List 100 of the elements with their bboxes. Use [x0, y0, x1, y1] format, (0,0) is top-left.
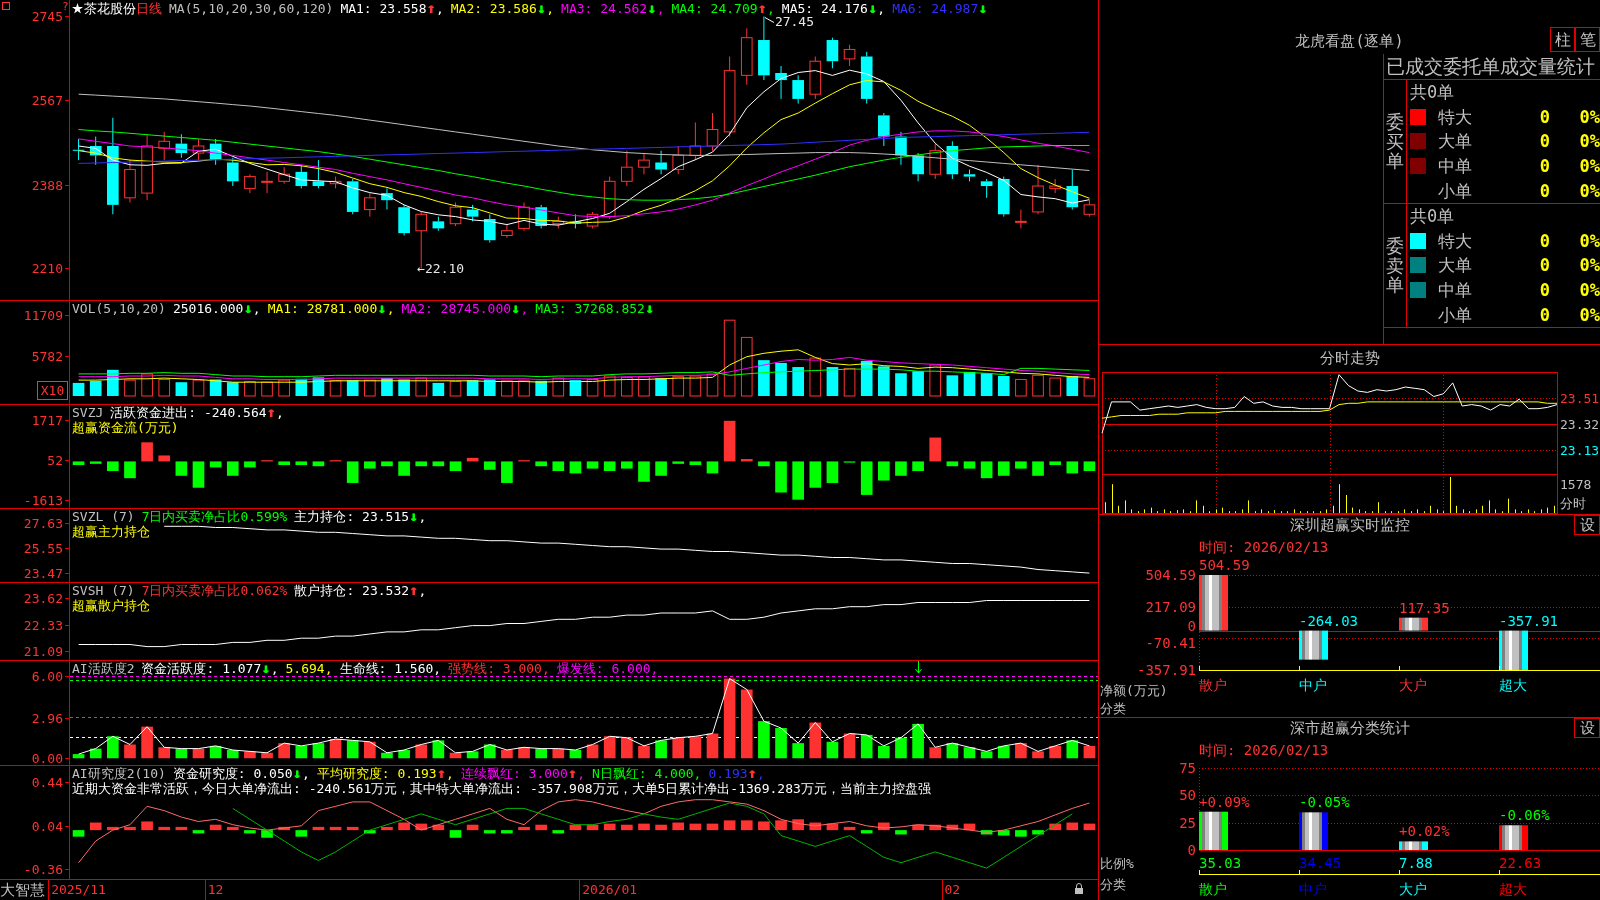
order-count: 0 [1539, 156, 1550, 177]
panel-title: 深圳超赢实时监控 [1289, 515, 1410, 535]
legend-label: MA2: 28745.000 [401, 301, 512, 316]
axis-label: 50 [1179, 787, 1196, 804]
legend-separator: , [446, 766, 454, 781]
trend-arrow: ↑ [757, 1, 766, 16]
axis-label: 11709 [23, 308, 63, 323]
category-label: 中户 [1299, 881, 1327, 897]
trend-arrow: ↓ [647, 1, 656, 16]
legend-separator: , [270, 661, 279, 676]
trend-arrow: ↓ [867, 1, 877, 16]
axis-title: 净额(万元) [1100, 683, 1168, 698]
legend-label: 0.193 [708, 766, 748, 781]
change-label: +0.09% [1199, 793, 1250, 810]
trend-arrow: ↓ [644, 301, 654, 316]
panel-title: 龙虎看盘(逐单) [1295, 31, 1404, 51]
legend-label: MA4: 24.709 [671, 1, 758, 16]
axis-label: 21.09 [23, 644, 63, 659]
value-label: 22.63 [1499, 855, 1542, 871]
axis-label: 2745 [31, 9, 63, 24]
order-count: 0 [1539, 106, 1550, 127]
axis-label: 0.00 [31, 751, 63, 765]
legend-separator: , [386, 301, 395, 316]
axis-label: 25 [1179, 814, 1196, 831]
axis-label: 52 [47, 453, 63, 468]
order-percent: 0% [1579, 156, 1600, 177]
axis-title: 比例% [1100, 856, 1134, 871]
legend-label: MA6: 24.987 [892, 1, 979, 16]
category-label: 散户 [1199, 881, 1227, 897]
axis-label: 0.04 [31, 819, 63, 834]
order-percent: 0% [1579, 106, 1600, 127]
legend-separator: , [433, 661, 442, 676]
legend-label: MA2: 23.586 [450, 1, 537, 16]
legend-label: 资金研究度: 0.050 [172, 766, 293, 781]
order-size-label: 小单 [1438, 180, 1472, 201]
legend-label: 活跃资金进出: -240.564 [110, 405, 267, 420]
axis-label: 2388 [31, 178, 63, 193]
legend-separator: , [877, 1, 886, 16]
category-label: 散户 [1199, 677, 1227, 693]
volume-unit-label: 分时 [1560, 496, 1586, 511]
legend-separator: , [276, 405, 284, 420]
trend-arrow: ↓ [243, 301, 252, 316]
value-label: -264.03 [1299, 612, 1358, 629]
legend-label: MA(5,10,20,30,60,120) [169, 1, 334, 16]
timestamp: 时间: 2026/02/13 [1199, 539, 1329, 555]
order-count: 0 [1539, 131, 1550, 152]
legend-label: 7日内买卖净占比0.062% [141, 583, 288, 598]
legend-separator: , [435, 1, 444, 16]
legend-label: 平均研究度: 0.193 [316, 766, 437, 781]
order-count: 0 [1539, 230, 1550, 251]
date-label: 02 [944, 882, 961, 897]
legend-separator: , [302, 766, 310, 781]
legend-label: 资金活跃度: 1.077 [141, 661, 262, 676]
stock-name: 茶花股份 [84, 1, 136, 16]
change-label: +0.02% [1399, 823, 1450, 840]
legend-label: MA1: 28781.000 [267, 301, 378, 316]
legend-label: 生命线: 1.560 [339, 661, 434, 676]
legend-separator: , [541, 661, 550, 676]
legend-label: N日飘红: 4.000 [592, 766, 694, 781]
legend-label: SVSH (7) [72, 583, 135, 598]
category-label: 中户 [1299, 677, 1327, 693]
date-label: 12 [207, 882, 224, 897]
price-annotation: 27.45 [774, 14, 815, 30]
order-percent: 0% [1579, 230, 1600, 251]
axis-label: 2.96 [31, 711, 63, 726]
legend-label: 爆发线: 6.000 [556, 661, 651, 676]
legend-separator: , [324, 661, 333, 676]
trend-arrow: ↑ [426, 1, 435, 16]
legend-label: MA3: 37268.852 [535, 301, 645, 316]
order-size-label: 小单 [1438, 304, 1472, 325]
brand-label: 大智慧 [0, 881, 45, 899]
trend-arrow: ↓ [409, 509, 418, 524]
legend-label: MA1: 23.558 [340, 1, 427, 16]
analysis-summary: 近期大资金非常活跃，今日大单净流出: -240.561万元，其中特大单净流出: -357.908万元，大单5日累计净出-1369.283万元，当前主力控盘强 [72, 781, 931, 796]
change-label: -0.05% [1299, 794, 1350, 811]
trend-arrow: ↑ [747, 766, 756, 781]
axis-label: -357.91 [1137, 662, 1196, 678]
axis-label: -1613 [23, 493, 63, 508]
axis-label: 0.44 [31, 775, 63, 790]
legend-separator: , [693, 766, 702, 781]
order-count: 0 [1539, 180, 1550, 201]
legend-separator: , [546, 1, 555, 16]
axis-label: 6.00 [31, 669, 63, 684]
legend-separator: , [650, 661, 659, 676]
panel-title: 深市超赢分类统计 [1289, 718, 1410, 738]
legend-label: MA5: 24.176 [781, 1, 868, 16]
order-percent: 0% [1579, 304, 1600, 325]
order-percent: 0% [1579, 131, 1600, 152]
timestamp: 时间: 2026/02/13 [1199, 742, 1329, 758]
axis-label: 2567 [31, 93, 63, 108]
indicator-subtitle: 超赢散户持仓 [72, 598, 150, 613]
legend-separator: , [656, 1, 665, 16]
legend-label: 连续飘红: 3.000 [460, 766, 568, 781]
legend-label: SVZL (7) [72, 509, 135, 524]
order-size-label: 大单 [1438, 131, 1472, 152]
legend-label: AI活跃度2 [72, 661, 135, 676]
trend-arrow: ↓ [261, 661, 270, 676]
legend-label: 强势线: 3.000 [448, 661, 542, 676]
trend-arrow: ↓ [511, 301, 520, 316]
axis-label: -70.41 [1145, 634, 1196, 651]
